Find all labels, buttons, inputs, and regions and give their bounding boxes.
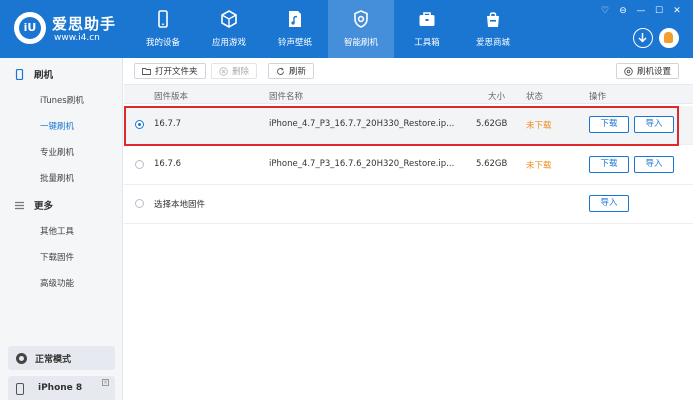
refresh-label: 刷新 [289,67,307,77]
download-button[interactable]: 下载 [589,116,629,133]
sidebar-item-other-tools[interactable]: 其他工具 [40,225,74,237]
phone-icon [158,10,168,28]
sidebar-section-label: 更多 [34,201,54,212]
nav-label: 我的设备 [145,38,180,48]
import-button[interactable]: 导入 [589,195,629,212]
brand-name: 爱思助手 [52,15,117,33]
brand-url: www.i4.cn [54,33,100,43]
nav-smart-flash[interactable]: 智能刷机 [328,0,394,58]
nav-label: 工具箱 [414,38,440,48]
delete-icon [219,66,228,76]
nav-i4-store[interactable]: 爱思商城 [460,0,526,58]
sidebar-section-more[interactable]: 更多 [14,198,53,212]
settings-icon[interactable]: ⊖ [617,6,629,16]
window-controls: ♡ ⊖ — ☐ ✕ [599,6,683,16]
shopping-bag-icon [487,12,499,27]
nav-label: 智能刷机 [343,38,378,48]
sidebar-section-flash[interactable]: 刷机 [14,67,53,81]
device-mode-indicator: 正常模式 [8,346,115,370]
main-panel: 打开文件夹 删除 刷新 刷机设置 固件版本 固件名称 大小 状态 操作 16.7… [124,58,693,400]
firmware-name: iPhone_4.7_P3_16.7.6_20H320_Restore.ip..… [269,159,455,169]
folder-icon [142,67,151,75]
local-firmware-row[interactable]: 选择本地固件 导入 [124,185,693,224]
logo-glyph: iU [19,17,41,39]
minimize-icon[interactable]: — [635,6,647,16]
refresh-icon [277,67,284,75]
firmware-row-16-7-6[interactable]: 16.7.6 iPhone_4.7_P3_16.7.6_20H320_Resto… [124,146,693,185]
sidebar-item-batch-flash[interactable]: 批量刷机 [40,172,74,184]
firmware-version: 16.7.7 [154,119,182,129]
sidebar-item-pro-flash[interactable]: 专业刷机 [40,146,74,158]
col-version: 固件版本 [154,92,189,102]
local-firmware-label: 选择本地固件 [154,200,206,210]
flash-settings-label: 刷机设置 [636,67,671,77]
apps-icon [221,10,237,28]
nav-label: 应用游戏 [211,38,246,48]
top-bar: iU 爱思助手 www.i4.cn 我的设备 应用游戏 铃声壁纸 智能刷机 工具… [0,0,693,58]
import-button[interactable]: 导入 [634,156,674,173]
firmware-version: 16.7.6 [154,159,182,169]
col-status: 状态 [526,92,544,102]
device-name: iPhone 8 [38,383,83,393]
main-nav: 我的设备 应用游戏 铃声壁纸 智能刷机 工具箱 爱思商城 [130,0,526,58]
table-header: 固件版本 固件名称 大小 状态 操作 [124,85,693,104]
delete-label: 删除 [232,67,250,77]
device-card[interactable]: iPhone 8 × [8,376,115,400]
phone-small-icon [15,68,24,80]
nav-apps-games[interactable]: 应用游戏 [196,0,262,58]
sidebar-item-advanced[interactable]: 高级功能 [40,277,74,289]
iphone-icon [16,383,24,395]
firmware-size: 5.62GB [476,159,508,169]
sidebar-item-itunes-flash[interactable]: iTunes刷机 [40,94,84,106]
firmware-name: iPhone_4.7_P3_16.7.7_20H330_Restore.ip..… [269,119,455,129]
user-avatar-button[interactable] [659,28,679,48]
sidebar-item-one-click-flash[interactable]: 一键刷机 [40,120,74,132]
music-file-icon [289,11,301,27]
firmware-size: 5.62GB [476,119,508,129]
mode-label: 正常模式 [35,354,72,365]
menu-icon [15,201,24,209]
app-logo: iU [14,12,46,44]
nav-my-device[interactable]: 我的设备 [130,0,196,58]
sidebar-item-download-firmware[interactable]: 下载固件 [40,251,74,263]
download-arrow-icon [638,33,647,43]
close-icon[interactable]: ✕ [671,6,683,16]
skin-icon[interactable]: ♡ [599,6,611,16]
flash-gear-icon [354,10,368,28]
download-manager-button[interactable] [633,28,653,48]
row-radio[interactable] [135,120,144,129]
col-action: 操作 [589,92,607,102]
nav-label: 爱思商城 [475,38,510,48]
avatar-icon [664,32,673,43]
nav-ringtones-wallpapers[interactable]: 铃声壁纸 [262,0,328,58]
download-button[interactable]: 下载 [589,156,629,173]
col-name: 固件名称 [269,92,304,102]
mode-icon [16,352,27,364]
maximize-icon[interactable]: ☐ [653,6,665,16]
flash-settings-button[interactable]: 刷机设置 [615,63,679,79]
toolbox-icon [419,12,435,26]
firmware-row-16-7-7[interactable]: 16.7.7 iPhone_4.7_P3_16.7.7_20H330_Resto… [124,106,693,145]
col-size: 大小 [488,92,506,102]
delete-button[interactable]: 删除 [211,63,258,79]
firmware-status: 未下载 [526,161,552,171]
settings-gear-icon [624,66,633,76]
toolbar: 打开文件夹 删除 刷新 刷机设置 [124,58,693,85]
import-button[interactable]: 导入 [634,116,674,133]
open-folder-label: 打开文件夹 [155,67,198,77]
refresh-button[interactable]: 刷新 [268,63,315,79]
sidebar: 刷机 iTunes刷机 一键刷机 专业刷机 批量刷机 更多 其他工具 下载固件 … [0,58,123,400]
firmware-status: 未下载 [526,121,552,131]
open-folder-button[interactable]: 打开文件夹 [134,63,206,79]
nav-toolbox[interactable]: 工具箱 [394,0,460,58]
row-radio[interactable] [135,160,144,169]
row-radio[interactable] [135,199,144,208]
device-eject-icon[interactable]: × [102,379,109,386]
sidebar-section-label: 刷机 [34,70,54,81]
nav-label: 铃声壁纸 [277,38,312,48]
